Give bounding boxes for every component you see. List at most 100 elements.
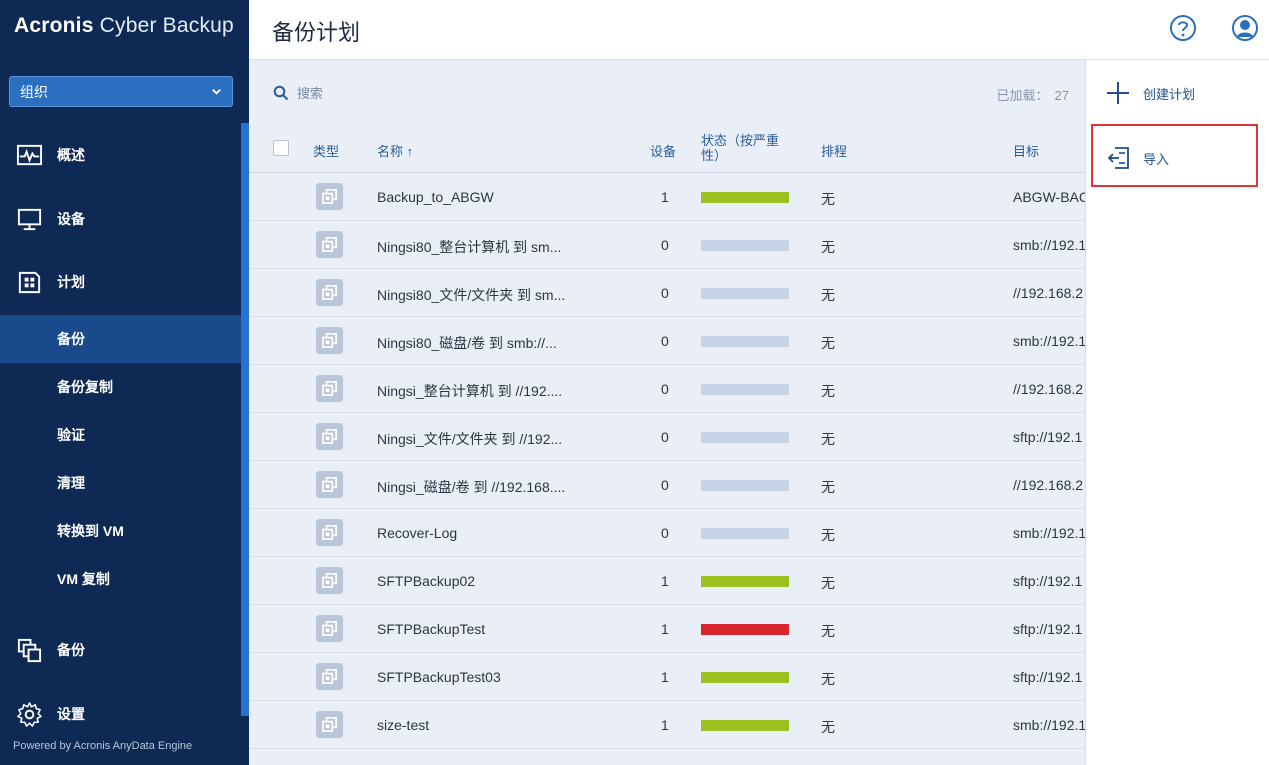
sidebar-subitem-vm-replication[interactable]: VM 复制: [0, 555, 241, 603]
backups-icon: [16, 637, 43, 664]
plan-devices: 0: [661, 477, 669, 493]
column-header-schedule[interactable]: 排程: [821, 141, 847, 160]
table-row[interactable]: Recover-Log 0 无 smb://192.1: [249, 509, 1085, 557]
plan-target: smb://192.1: [1013, 237, 1085, 253]
sidebar-item-settings[interactable]: 设置: [0, 682, 241, 746]
status-bar: [701, 432, 789, 443]
help-icon: [1170, 15, 1196, 41]
sidebar-subitem-label: 备份: [57, 331, 85, 347]
sidebar-item-label: 概述: [57, 147, 85, 163]
table-row[interactable]: SFTPBackupTest 1 无 sftp://192.1: [249, 605, 1085, 653]
plan-name: Ningsi80_整台计算机 到 sm...: [377, 239, 562, 255]
status-bar: [701, 720, 789, 731]
plan-schedule: 无: [821, 287, 835, 303]
plan-devices: 0: [661, 525, 669, 541]
column-header-devices[interactable]: 设备: [650, 141, 676, 160]
table-row[interactable]: Backup_to_ABGW 1 无 ABGW-BAC: [249, 173, 1085, 221]
organization-select-value: 组织: [20, 83, 48, 100]
plan-name: Ningsi_磁盘/卷 到 //192.168....: [377, 479, 566, 495]
plan-type-badge: [316, 615, 343, 642]
plan-type-badge: [316, 567, 343, 594]
create-plan-button[interactable]: 创建计划: [1086, 80, 1269, 106]
plan-schedule: 无: [821, 431, 835, 447]
plan-devices: 1: [661, 717, 669, 733]
plan-type-icon: [322, 189, 337, 204]
table-row[interactable]: Ningsi_整台计算机 到 //192.... 0 无 //192.168.2: [249, 365, 1085, 413]
plan-name: Ningsi_整台计算机 到 //192....: [377, 383, 563, 399]
import-button[interactable]: 导入: [1086, 145, 1269, 171]
plan-devices: 0: [661, 237, 669, 253]
plan-devices: 1: [661, 189, 669, 205]
loaded-count: 已加载： 27: [997, 85, 1069, 104]
plan-type-badge: [316, 327, 343, 354]
table-row[interactable]: Ningsi80_磁盘/卷 到 smb://... 0 无 smb://192.1: [249, 317, 1085, 365]
plan-name: SFTPBackupTest: [377, 621, 486, 637]
sidebar-item-label: 设置: [57, 706, 85, 722]
status-bar: [701, 528, 789, 539]
sidebar-item-backups[interactable]: 备份: [0, 618, 241, 682]
sidebar-subitem-cleanup[interactable]: 清理: [0, 459, 241, 507]
column-header-name[interactable]: 名称 ↑: [377, 141, 413, 160]
sidebar-subitem-validation[interactable]: 验证: [0, 411, 241, 459]
plan-type-badge: [316, 231, 343, 258]
table-row[interactable]: SFTPBackup02 1 无 sftp://192.1: [249, 557, 1085, 605]
plan-target: smb://192.1: [1013, 717, 1085, 733]
sidebar-subitem-label: 清理: [57, 475, 85, 491]
plan-type-icon: [322, 621, 337, 636]
plan-type-icon: [322, 285, 337, 300]
plan-devices: 0: [661, 429, 669, 445]
import-label: 导入: [1143, 151, 1170, 167]
sidebar-item-devices[interactable]: 设备: [0, 187, 241, 251]
chevron-down-icon: [212, 89, 221, 95]
import-icon: [1107, 147, 1129, 169]
sidebar-item-plans[interactable]: 计划: [0, 250, 241, 314]
sidebar-scrollbar[interactable]: [241, 123, 249, 716]
table-row[interactable]: size-test 1 无 smb://192.1: [249, 701, 1085, 749]
plan-target: ABGW-BAC: [1013, 189, 1085, 205]
help-button[interactable]: [1169, 14, 1197, 42]
column-header-status[interactable]: 状态（按严重性）: [701, 133, 793, 163]
powered-by-text: Powered by Acronis AnyData Engine: [13, 740, 193, 752]
column-header-target[interactable]: 目标: [1013, 141, 1039, 160]
actions-panel: 创建计划 导入: [1085, 60, 1269, 765]
plan-target: sftp://192.1: [1013, 573, 1083, 589]
plan-type-icon: [322, 669, 337, 684]
table-header: 类型 名称 ↑ 设备 状态（按严重性） 排程 目标: [249, 126, 1085, 173]
sidebar-subitem-convert-to-vm[interactable]: 转换到 VM: [0, 507, 241, 555]
sidebar: Acronis Cyber Backup 组织 概述 设备 计划 备份 备份复制…: [0, 0, 249, 765]
search-icon: [273, 85, 289, 100]
organization-select[interactable]: 组织: [9, 76, 233, 107]
plus-icon: [1107, 82, 1129, 104]
sidebar-subitem-backup-replication[interactable]: 备份复制: [0, 363, 241, 411]
plan-type-badge: [316, 519, 343, 546]
table-row[interactable]: Ningsi_磁盘/卷 到 //192.168.... 0 无 //192.168.2: [249, 461, 1085, 509]
table-row[interactable]: SFTPBackupTest03 1 无 sftp://192.1: [249, 653, 1085, 701]
plan-devices: 0: [661, 333, 669, 349]
plan-type-icon: [322, 573, 337, 588]
plan-devices: 0: [661, 285, 669, 301]
plan-schedule: 无: [821, 335, 835, 351]
sidebar-subitem-label: 转换到 VM: [57, 523, 124, 539]
plan-devices: 0: [661, 381, 669, 397]
plan-schedule: 无: [821, 383, 835, 399]
user-account-button[interactable]: [1231, 14, 1259, 42]
plan-schedule: 无: [821, 671, 835, 687]
plan-schedule: 无: [821, 575, 835, 591]
table-row[interactable]: Ningsi80_整台计算机 到 sm... 0 无 smb://192.1: [249, 221, 1085, 269]
plan-type-icon: [322, 237, 337, 252]
sidebar-subitem-backup[interactable]: 备份: [0, 315, 241, 363]
table-row[interactable]: Ningsi_文件/文件夹 到 //192... 0 无 sftp://192.1: [249, 413, 1085, 461]
search-placeholder: 搜索: [297, 86, 324, 101]
column-header-type[interactable]: 类型: [313, 141, 339, 160]
plan-name: SFTPBackup02: [377, 573, 476, 589]
table-row[interactable]: Ningsi80_文件/文件夹 到 sm... 0 无 //192.168.2: [249, 269, 1085, 317]
plan-devices: 1: [661, 573, 669, 589]
select-all-checkbox[interactable]: [273, 140, 289, 156]
plan-target: sftp://192.1: [1013, 669, 1083, 685]
plan-target: //192.168.2: [1013, 285, 1084, 301]
plan-type-icon: [322, 333, 337, 348]
sidebar-item-label: 计划: [57, 274, 85, 290]
sidebar-item-overview[interactable]: 概述: [0, 123, 241, 187]
plan-type-badge: [316, 279, 343, 306]
search-input[interactable]: 搜索: [273, 83, 323, 102]
